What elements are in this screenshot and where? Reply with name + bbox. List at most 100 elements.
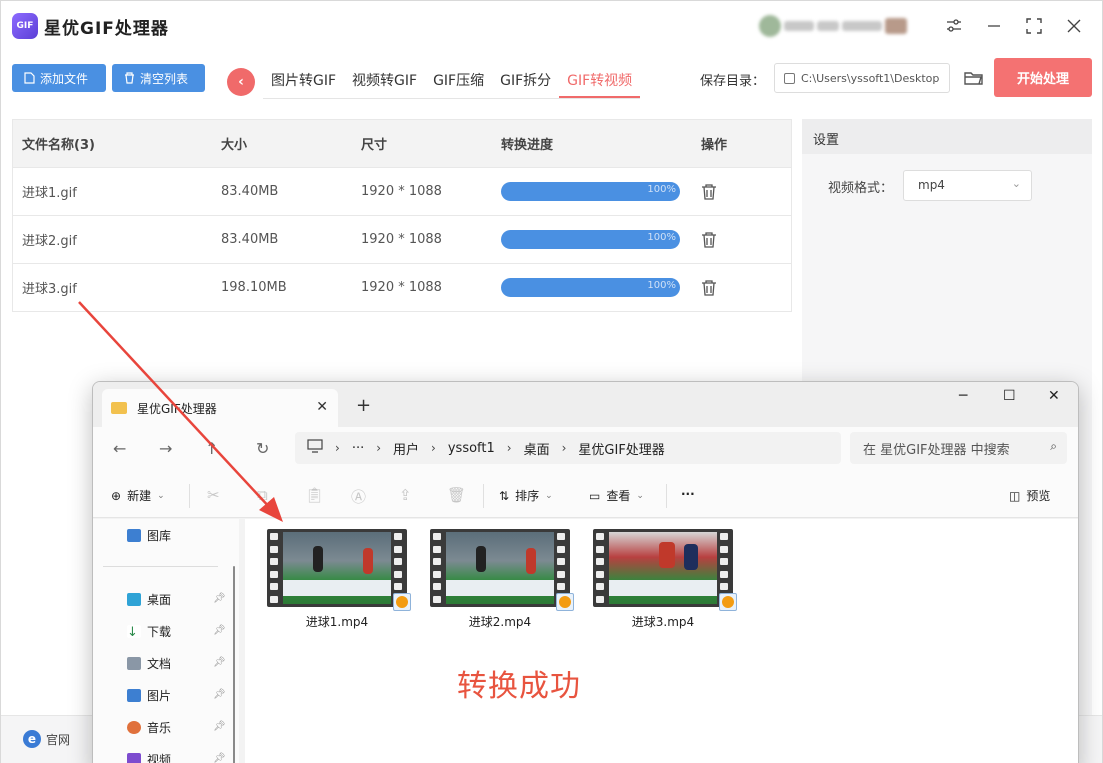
- breadcrumb[interactable]: 用户: [393, 439, 419, 458]
- nav-item-music[interactable]: 音乐: [127, 719, 171, 736]
- progress-text: 100%: [647, 184, 676, 195]
- computer-icon: [307, 439, 323, 457]
- explorer-tab[interactable]: 星优GIF处理器 ✕: [102, 389, 338, 427]
- tab-gif-to-video[interactable]: GIF转视频: [559, 65, 641, 98]
- add-file-button[interactable]: 添加文件: [12, 64, 106, 92]
- address-bar[interactable]: › ··· › 用户 › yssoft1 › 桌面 › 星优GIF处理器: [295, 432, 841, 464]
- pin-icon[interactable]: 📌︎: [213, 721, 226, 732]
- nav-item-label: 视频: [147, 753, 172, 763]
- forward-arrow-icon[interactable]: →: [159, 439, 172, 458]
- progress-bar: 100%: [501, 230, 680, 249]
- breadcrumb[interactable]: 桌面: [524, 439, 550, 458]
- new-tab-icon[interactable]: +: [356, 395, 371, 416]
- sort-button[interactable]: ⇅ 排序 ⌄: [499, 487, 553, 504]
- user-avatar-blurred[interactable]: [759, 13, 924, 39]
- new-button[interactable]: ⊕ 新建 ⌄: [111, 487, 165, 504]
- share-icon[interactable]: ⇪: [399, 486, 412, 504]
- breadcrumb[interactable]: yssoft1: [448, 441, 495, 456]
- video-format-label: 视频格式：: [828, 181, 894, 196]
- back-arrow-icon[interactable]: ←: [113, 439, 126, 458]
- nav-item-gallery[interactable]: 图库: [127, 527, 171, 544]
- nav-item-label: 下载: [147, 625, 172, 639]
- music-icon: [127, 721, 141, 734]
- breadcrumb[interactable]: 星优GIF处理器: [578, 439, 664, 458]
- delete-trash-icon[interactable]: [701, 231, 717, 248]
- gallery-icon: [127, 529, 141, 542]
- nav-item-desktop[interactable]: 桌面: [127, 591, 171, 608]
- tab-video-to-gif[interactable]: 视频转GIF: [344, 65, 425, 98]
- open-folder-icon[interactable]: [961, 65, 987, 91]
- refresh-icon[interactable]: ↻: [256, 439, 269, 458]
- view-button[interactable]: ▭ 查看 ⌄: [589, 487, 644, 504]
- title-bar: GIF 星优GIF处理器: [1, 1, 1102, 51]
- file-item[interactable]: 进球2.mp4: [430, 529, 574, 630]
- nav-item-label: 图片: [147, 689, 172, 703]
- nav-item-label: 音乐: [147, 721, 172, 735]
- cut-icon[interactable]: ✂: [207, 486, 220, 504]
- clear-list-button[interactable]: 清空列表: [112, 64, 205, 92]
- delete-icon[interactable]: 🗑︎: [447, 486, 466, 504]
- folder-icon: [111, 402, 127, 414]
- pin-icon[interactable]: 📌︎: [213, 689, 226, 700]
- close-button[interactable]: [1059, 11, 1089, 41]
- nav-item-label: 文档: [147, 657, 172, 671]
- minimize-button[interactable]: [979, 11, 1009, 41]
- tab-gif-compress[interactable]: GIF压缩: [425, 65, 492, 98]
- explorer-close-button[interactable]: ✕: [1048, 388, 1060, 404]
- nav-pane-scrollbar[interactable]: [233, 566, 235, 763]
- close-tab-icon[interactable]: ✕: [316, 399, 328, 415]
- file-item[interactable]: 进球1.mp4: [267, 529, 411, 630]
- progress-bar: 100%: [501, 278, 680, 297]
- copy-icon[interactable]: ⧉: [257, 486, 268, 504]
- video-thumbnail: [267, 529, 411, 611]
- preview-button[interactable]: ◫ 预览: [1009, 487, 1050, 504]
- maximize-button[interactable]: [1019, 11, 1049, 41]
- explorer-maximize-button[interactable]: ☐: [1003, 388, 1016, 404]
- rename-icon[interactable]: Ⓐ: [351, 486, 366, 507]
- trash-small-icon: [125, 72, 134, 84]
- header-name: 文件名称(3): [22, 138, 95, 153]
- file-size: 83.40MB: [221, 184, 279, 199]
- video-icon: [127, 753, 141, 763]
- pin-icon[interactable]: 📌︎: [213, 753, 226, 763]
- nav-item-pictures[interactable]: 图片: [127, 687, 171, 704]
- paste-icon[interactable]: 📋︎: [305, 486, 324, 504]
- view-icon: ▭: [589, 488, 601, 503]
- back-chevron-icon[interactable]: ‹: [227, 68, 255, 96]
- file-dimension: 1920 * 1088: [361, 184, 442, 199]
- tab-image-to-gif[interactable]: 图片转GIF: [263, 65, 344, 98]
- table-row: 进球2.gif 83.40MB 1920 * 1088 100%: [13, 215, 791, 263]
- file-size: 198.10MB: [221, 280, 287, 295]
- header-size: 大小: [221, 138, 248, 153]
- delete-trash-icon[interactable]: [701, 279, 717, 296]
- file-name: 进球1.mp4: [305, 615, 369, 629]
- delete-trash-icon[interactable]: [701, 183, 717, 200]
- start-process-button[interactable]: 开始处理: [994, 58, 1092, 97]
- more-options-button[interactable]: ···: [681, 487, 695, 501]
- file-icon: [24, 72, 35, 84]
- file-item[interactable]: 进球3.mp4: [593, 529, 737, 630]
- clear-list-label: 清空列表: [140, 71, 189, 86]
- official-site-link[interactable]: e 官网: [23, 730, 70, 748]
- file-name: 进球2.gif: [22, 234, 77, 249]
- search-input[interactable]: 在 星优GIF处理器 中搜索 ⌕: [850, 432, 1067, 464]
- video-format-select[interactable]: mp4 ⌄: [903, 170, 1032, 201]
- nav-item-videos[interactable]: 视频: [127, 751, 171, 763]
- header-dimension: 尺寸: [361, 138, 388, 153]
- nav-item-documents[interactable]: 文档: [127, 655, 171, 672]
- more-path-icon[interactable]: ···: [352, 441, 364, 456]
- settings-sliders-icon[interactable]: [939, 11, 969, 41]
- up-arrow-icon[interactable]: ↑: [205, 439, 218, 458]
- explorer-minimize-button[interactable]: ─: [959, 388, 967, 404]
- nav-item-downloads[interactable]: ↓ 下载: [127, 623, 171, 640]
- pin-icon[interactable]: 📌︎: [213, 657, 226, 668]
- function-tabs: 图片转GIF 视频转GIF GIF压缩 GIF拆分 GIF转视频: [263, 65, 641, 99]
- pin-icon[interactable]: 📌︎: [213, 593, 226, 604]
- explorer-command-bar: ⊕ 新建 ⌄ ✂ ⧉ 📋︎ Ⓐ ⇪ 🗑︎ ⇅ 排序 ⌄ ▭ 查看 ⌄ ··· ◫…: [93, 474, 1078, 518]
- save-dir-input[interactable]: C:\Users\yssoft1\Desktop: [774, 63, 950, 93]
- pin-icon[interactable]: 📌︎: [213, 625, 226, 636]
- tab-gif-split[interactable]: GIF拆分: [492, 65, 559, 98]
- file-name: 进球3.gif: [22, 282, 77, 297]
- search-placeholder: 在 星优GIF处理器 中搜索: [863, 443, 1010, 458]
- media-player-icon: [719, 593, 737, 611]
